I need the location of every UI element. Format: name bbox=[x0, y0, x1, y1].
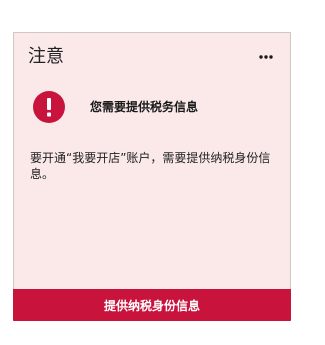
exclamation-circle-icon bbox=[33, 91, 65, 123]
more-horizontal-icon[interactable] bbox=[258, 53, 274, 61]
card-title: 注意 bbox=[28, 46, 64, 67]
notice-body-text: 要开通“我要开店”账户，需要提供纳税身份信息。 bbox=[30, 151, 271, 181]
provide-tax-identity-button[interactable]: 提供纳税身份信息 bbox=[13, 289, 291, 321]
notice-card: 注意 您需要提供税务信息 要开通“我要开店”账户，需要提供纳税身份信息。 提供纳… bbox=[13, 32, 291, 321]
card-header: 注意 bbox=[28, 44, 274, 70]
notice-heading: 您需要提供税务信息 bbox=[90, 100, 199, 114]
tax-info-notice: 您需要提供税务信息 bbox=[32, 90, 272, 126]
